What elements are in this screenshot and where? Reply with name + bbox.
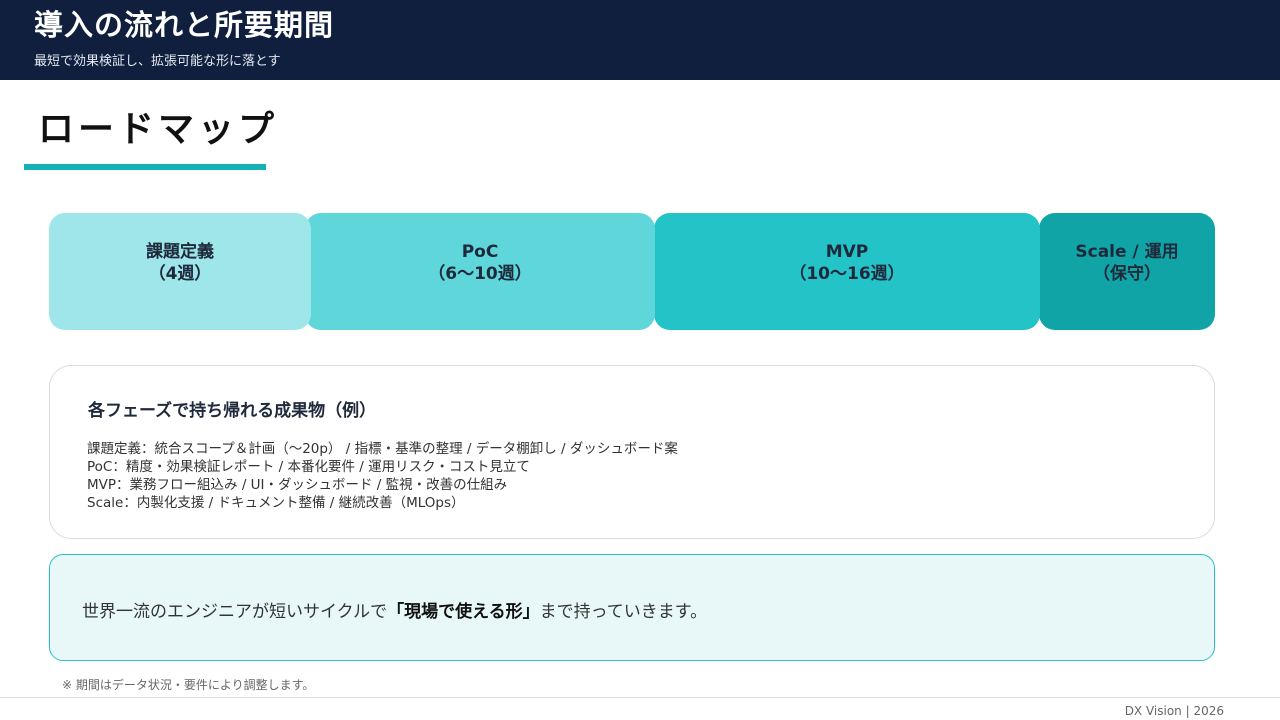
- section-title-underline: [24, 164, 266, 170]
- phase-name: Scale / 運用: [1075, 242, 1179, 262]
- phase-duration: （10〜16週）: [789, 264, 905, 284]
- slide-header: 導入の流れと所要期間 最短で効果検証し、拡張可能な形に落とす: [0, 0, 1280, 80]
- roadmap-phase-mvp: MVP （10〜16週）: [654, 213, 1040, 330]
- footer-brand: DX Vision | 2026: [1124, 704, 1224, 718]
- roadmap-phase-scale: Scale / 運用 （保守）: [1039, 213, 1215, 330]
- footer-divider: [0, 697, 1280, 698]
- message-emphasis: 「現場で使える形」: [387, 602, 540, 622]
- list-item: MVP：業務フロー組込み / UI・ダッシュボード / 監視・改善の仕組み: [87, 477, 508, 493]
- phase-name: MVP: [825, 242, 869, 262]
- roadmap-phase-definition: 課題定義 （4週）: [49, 213, 311, 330]
- message-callout: 世界一流のエンジニアが短いサイクルで「現場で使える形」まで持っていきます。: [49, 554, 1215, 661]
- header-subtitle: 最短で効果検証し、拡張可能な形に落とす: [34, 54, 281, 69]
- footnote: ※ 期間はデータ状況・要件により調整します。: [62, 678, 315, 692]
- roadmap-phase-poc: PoC （6〜10週）: [305, 213, 655, 330]
- deliverables-list: 課題定義：統合スコープ＆計画（〜20p） / 指標・基準の整理 / データ棚卸し…: [87, 440, 678, 512]
- list-item: PoC：精度・効果検証レポート / 本番化要件 / 運用リスク・コスト見立て: [87, 459, 530, 475]
- deliverables-card: 各フェーズで持ち帰れる成果物（例） 課題定義：統合スコープ＆計画（〜20p） /…: [49, 365, 1215, 539]
- list-item: 課題定義：統合スコープ＆計画（〜20p） / 指標・基準の整理 / データ棚卸し…: [87, 441, 678, 457]
- phase-name: PoC: [461, 242, 499, 262]
- message-text-after: まで持っていきます。: [539, 602, 708, 622]
- phase-duration: （6〜10週）: [428, 264, 532, 284]
- message-text-before: 世界一流のエンジニアが短いサイクルで: [82, 602, 388, 622]
- deliverables-title: 各フェーズで持ち帰れる成果物（例）: [88, 401, 377, 421]
- phase-duration: （保守）: [1093, 264, 1161, 284]
- header-title: 導入の流れと所要期間: [34, 8, 335, 42]
- section-title: ロードマップ: [38, 109, 279, 150]
- message-text: 世界一流のエンジニアが短いサイクルで「現場で使える形」まで持っていきます。: [82, 597, 707, 622]
- list-item: Scale：内製化支援 / ドキュメント整備 / 継続改善（MLOps）: [87, 495, 465, 511]
- phase-name: 課題定義: [146, 242, 214, 262]
- phase-duration: （4週）: [148, 264, 212, 284]
- roadmap-timeline: 課題定義 （4週） PoC （6〜10週） MVP （10〜16週） Scale…: [49, 213, 1215, 330]
